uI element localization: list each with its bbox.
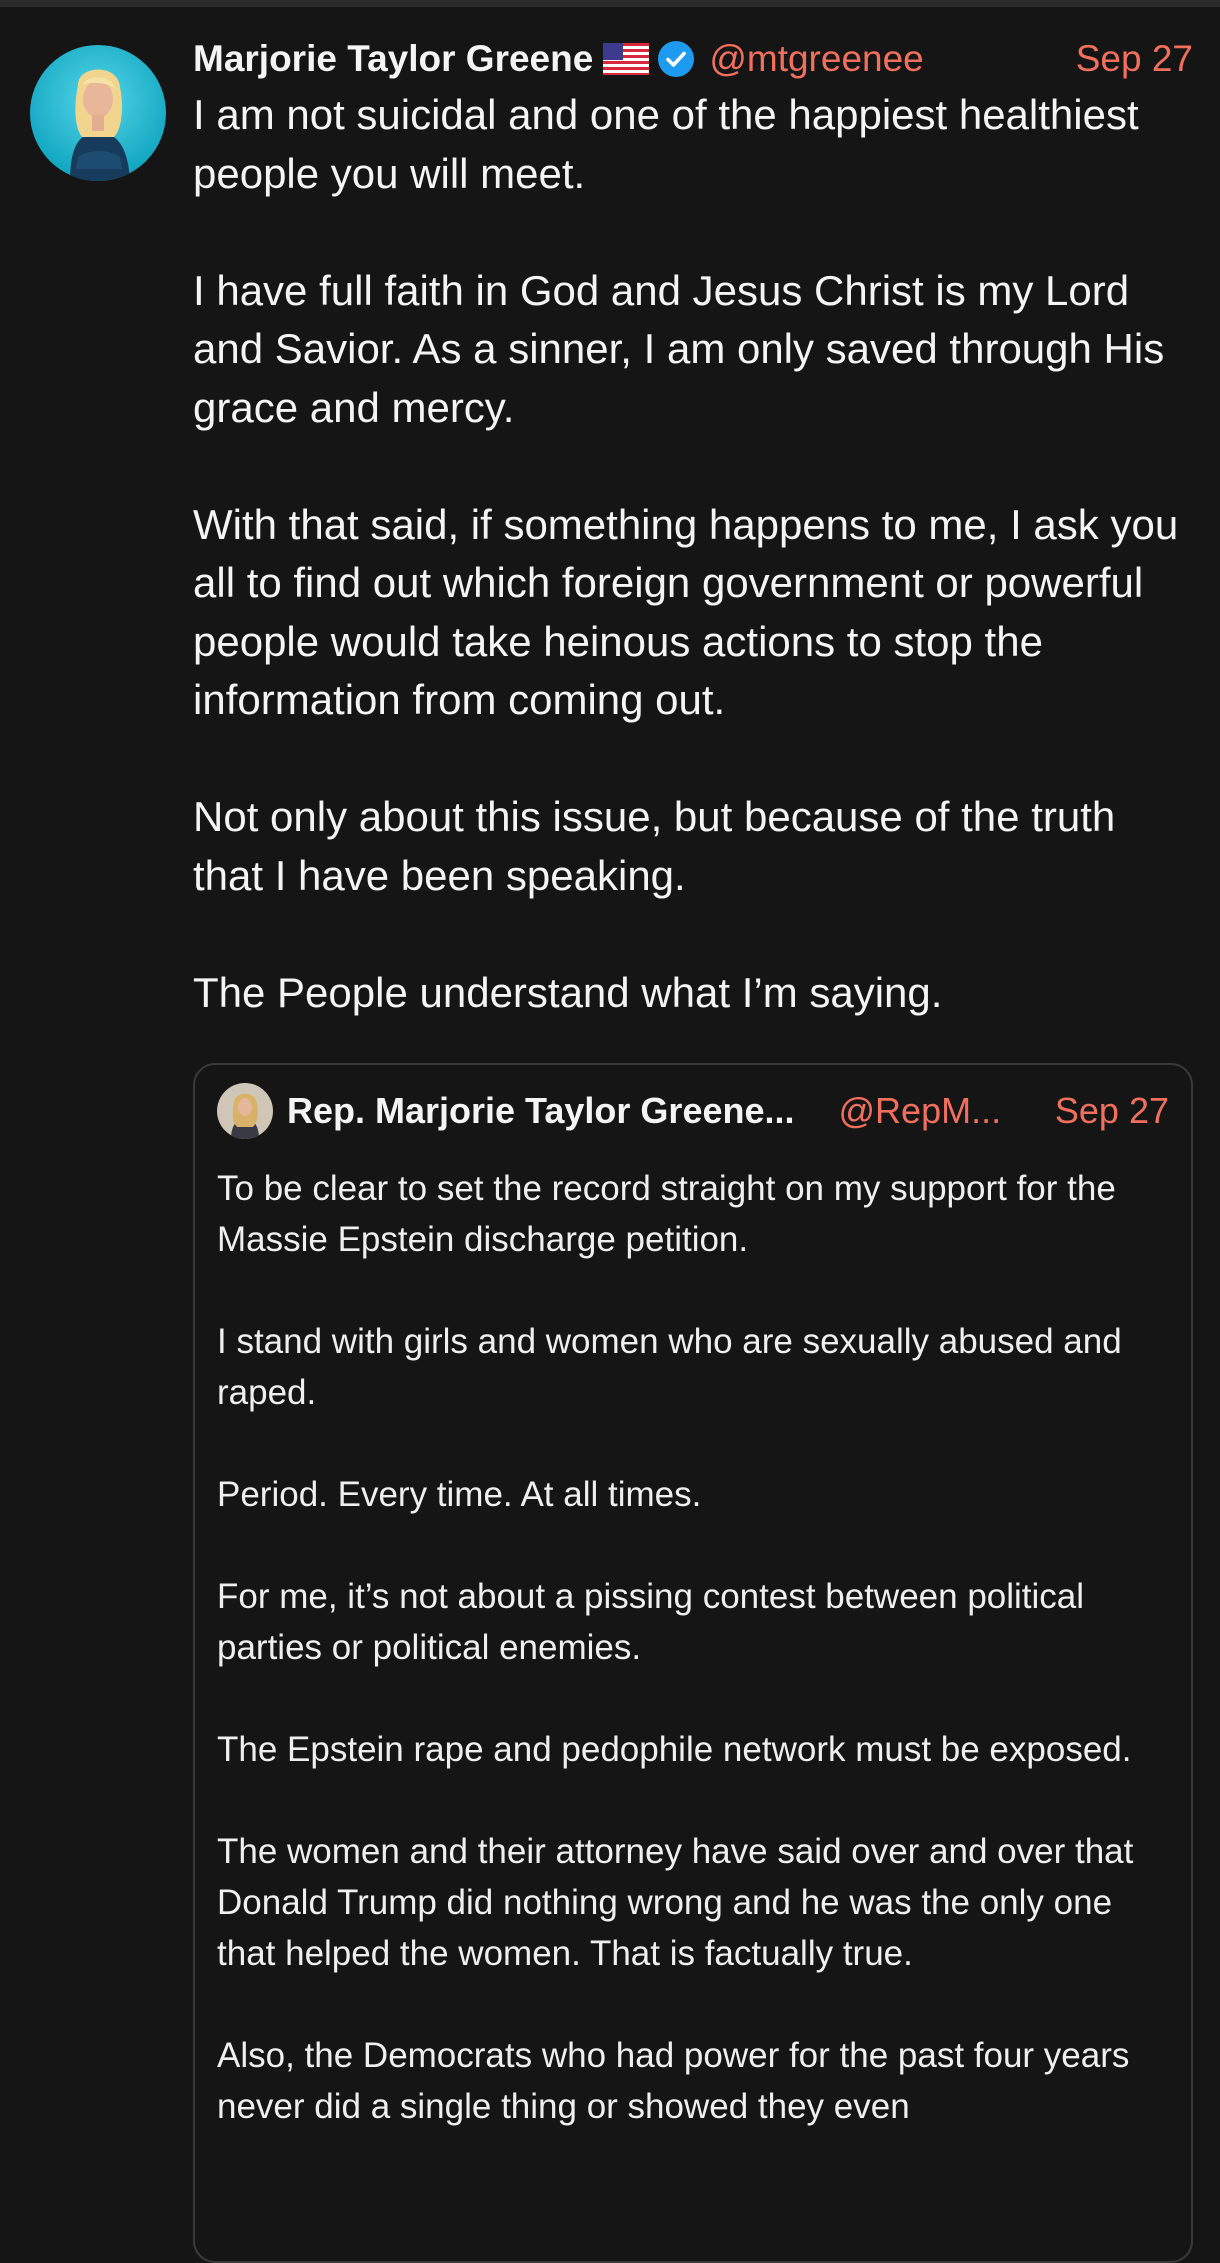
post-paragraph: I am not suicidal and one of the happies…	[193, 91, 1139, 197]
quoted-author-name[interactable]: Rep. Marjorie Taylor Greene...	[287, 1090, 795, 1132]
quoted-post-card[interactable]: Rep. Marjorie Taylor Greene... @RepM... …	[193, 1063, 1193, 2263]
top-divider	[0, 0, 1220, 7]
author-handle[interactable]: @mtgreenee	[709, 38, 923, 80]
author-avatar[interactable]	[30, 45, 166, 181]
quoted-post-date[interactable]: Sep 27	[1055, 1090, 1169, 1132]
post-date[interactable]: Sep 27	[1076, 38, 1193, 80]
post-card[interactable]: Marjorie Taylor Greene @mtgreenee Sep 27…	[0, 7, 1220, 2263]
quoted-paragraph: I stand with girls and women who are sex…	[217, 1322, 1122, 1412]
us-flag-icon	[603, 43, 650, 75]
post-body: Marjorie Taylor Greene @mtgreenee Sep 27…	[193, 34, 1193, 1022]
author-name[interactable]: Marjorie Taylor Greene	[193, 38, 593, 80]
post-paragraph: I have full faith in God and Jesus Chris…	[193, 266, 1165, 431]
quoted-paragraph: The Epstein rape and pedophile network m…	[217, 1730, 1132, 1769]
post-paragraph: With that said, if something happens to …	[193, 500, 1179, 724]
quoted-paragraph: For me, it’s not about a pissing contest…	[217, 1577, 1085, 1667]
quoted-paragraph: The women and their attorney have said o…	[217, 1832, 1134, 1973]
post-text: I am not suicidal and one of the happies…	[193, 86, 1193, 1022]
quoted-paragraph: Also, the Democrats who had power for th…	[217, 2036, 1130, 2126]
quoted-post-header: Rep. Marjorie Taylor Greene... @RepM... …	[217, 1079, 1169, 1143]
quoted-post-text: To be clear to set the record straight o…	[217, 1163, 1177, 2132]
post-header: Marjorie Taylor Greene @mtgreenee Sep 27	[193, 34, 1193, 84]
post-paragraph: The People understand what I’m saying.	[193, 968, 943, 1016]
quoted-author-handle[interactable]: @RepM...	[839, 1090, 1002, 1132]
verified-badge-icon	[657, 40, 695, 78]
quoted-paragraph: Period. Every time. At all times.	[217, 1475, 702, 1514]
quoted-author-avatar[interactable]	[217, 1083, 273, 1139]
post-paragraph: Not only about this issue, but because o…	[193, 793, 1116, 899]
quoted-paragraph: To be clear to set the record straight o…	[217, 1169, 1116, 1259]
